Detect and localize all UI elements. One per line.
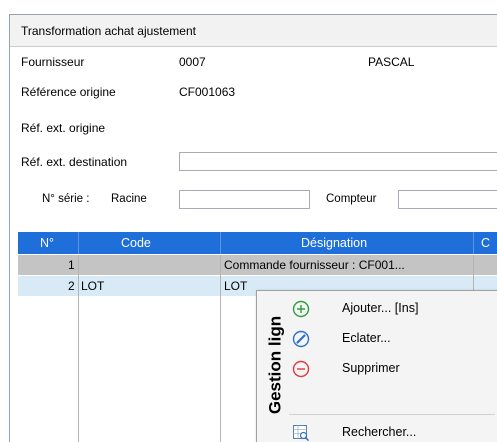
grid-divider bbox=[78, 255, 79, 442]
col-header-code[interactable]: Code bbox=[121, 236, 151, 250]
row-designation: LOT bbox=[224, 279, 248, 293]
racine-label: Racine bbox=[111, 193, 147, 205]
minus-circle-icon bbox=[292, 360, 310, 378]
grid-divider bbox=[220, 255, 221, 442]
plus-circle-icon bbox=[292, 300, 310, 318]
window-title: Transformation achat ajustement bbox=[21, 24, 196, 38]
ref-ext-dest-label: Réf. ext. destination bbox=[21, 155, 128, 169]
menu-item-label: Ajouter... [Ins] bbox=[342, 301, 419, 315]
fournisseur-name: PASCAL bbox=[368, 55, 415, 69]
main-window: Transformation achat ajustement Fourniss… bbox=[9, 14, 497, 442]
search-grid-icon bbox=[292, 424, 310, 442]
table-row[interactable]: 1 Commande fournisseur : CF001... bbox=[18, 255, 497, 275]
row-designation: Commande fournisseur : CF001... bbox=[224, 258, 405, 272]
compteur-input[interactable] bbox=[398, 190, 497, 209]
ref-origine-label: Référence origine bbox=[21, 85, 116, 99]
slash-circle-icon bbox=[292, 330, 310, 348]
racine-input[interactable] bbox=[179, 190, 310, 209]
row-num: 2 bbox=[68, 279, 75, 293]
serie-label: N° série : bbox=[42, 193, 90, 205]
menu-item-supprimer[interactable]: Supprimer bbox=[289, 354, 497, 384]
grid-header: N° Code Désignation C bbox=[18, 232, 497, 254]
menu-item-eclater[interactable]: Eclater... bbox=[289, 324, 497, 354]
row-num: 1 bbox=[68, 258, 75, 272]
menu-item-label: Supprimer bbox=[342, 361, 400, 375]
menu-item-rechercher[interactable]: Rechercher... bbox=[289, 418, 497, 442]
row-code: LOT bbox=[81, 279, 105, 293]
fournisseur-code: 0007 bbox=[179, 55, 206, 69]
menu-item-label: Rechercher... bbox=[342, 425, 417, 439]
fournisseur-label: Fournisseur bbox=[21, 55, 85, 69]
menu-separator bbox=[289, 414, 495, 415]
menu-item-ajouter[interactable]: Ajouter... [Ins] bbox=[289, 294, 497, 324]
col-header-c[interactable]: C bbox=[481, 236, 490, 250]
menu-item-label: Eclater... bbox=[342, 331, 391, 345]
compteur-label: Compteur bbox=[326, 193, 377, 205]
col-header-designation[interactable]: Désignation bbox=[301, 236, 367, 250]
context-menu: Gestion lign Ajouter... [Ins] Eclater...… bbox=[256, 290, 497, 442]
col-header-num[interactable]: N° bbox=[40, 236, 54, 250]
ref-origine-value: CF001063 bbox=[179, 85, 236, 99]
ref-ext-dest-input[interactable] bbox=[179, 152, 497, 171]
window-titlebar: Transformation achat ajustement bbox=[10, 15, 497, 47]
ref-ext-origine-label: Réf. ext. origine bbox=[21, 121, 106, 135]
